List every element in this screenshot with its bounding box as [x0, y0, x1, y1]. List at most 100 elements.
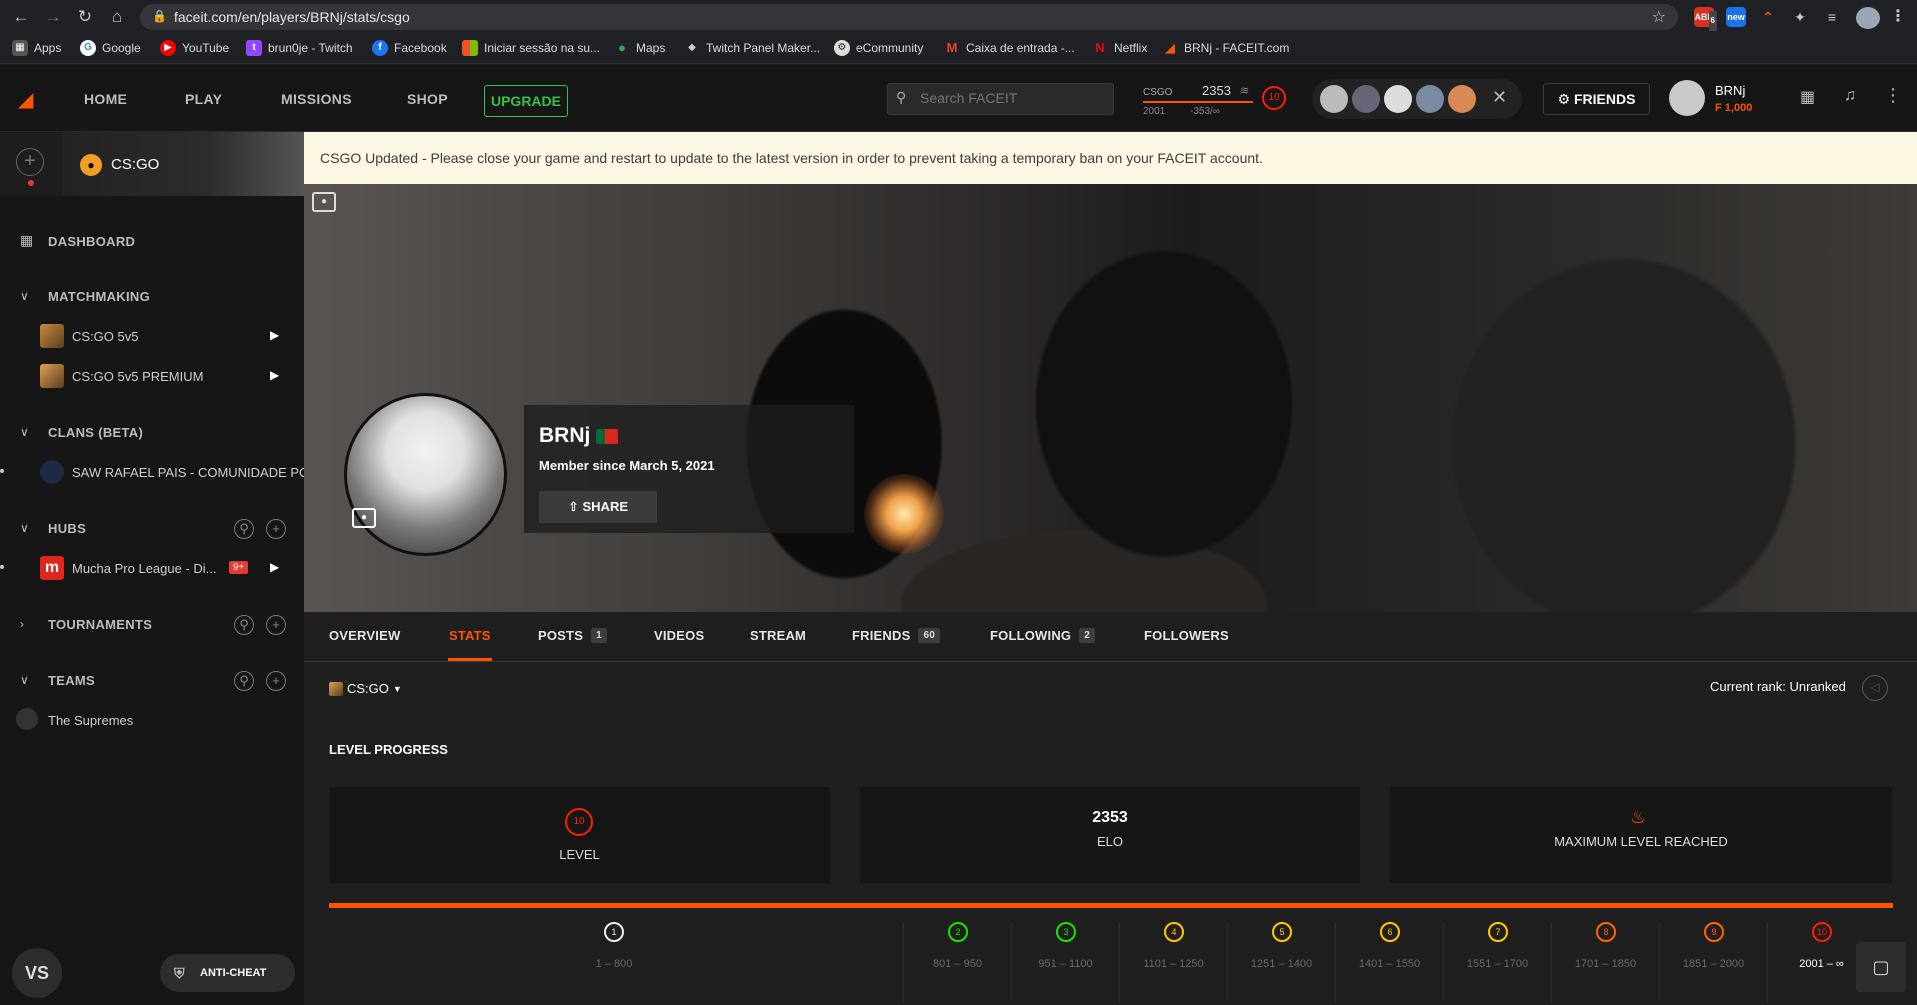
nav-shop[interactable]: SHOP	[407, 91, 448, 107]
change-banner-camera-icon[interactable]: ●	[312, 192, 336, 212]
home-icon[interactable]: ⌂	[106, 6, 128, 28]
bookmark-facebook[interactable]: f Facebook	[372, 40, 447, 56]
extension-news-icon[interactable]: new	[1726, 7, 1746, 27]
search-tournament-icon[interactable]: ⚲	[234, 615, 254, 635]
nav-missions[interactable]: MISSIONS	[281, 91, 352, 107]
chat-icon[interactable]: ▢	[1856, 942, 1906, 992]
chevron-down-icon[interactable]: ∨	[20, 425, 29, 439]
game-selector[interactable]: CS:GO ▼	[329, 681, 402, 696]
elo-value: 2353	[1202, 83, 1231, 98]
extension-adblock-icon[interactable]: ABP 6	[1694, 7, 1717, 31]
tab-overview[interactable]: OVERVIEW	[329, 628, 400, 643]
caret-down-icon: ▼	[392, 683, 402, 694]
game-header-csgo[interactable]: ● CS:GO	[62, 132, 304, 196]
csgo-icon: ●	[80, 154, 102, 176]
search-team-icon[interactable]: ⚲	[234, 671, 254, 691]
change-avatar-camera-icon[interactable]: ●	[352, 508, 376, 528]
sidebar-item-clan[interactable]: SAW RAFAEL PAIS - COMUNIDADE PORTUGUESA	[72, 465, 304, 480]
vs-button[interactable]: VS	[12, 948, 62, 998]
share-button[interactable]: ⇧ SHARE	[539, 491, 657, 523]
bookmark-maps[interactable]: ● Maps	[614, 40, 665, 56]
friends-button[interactable]: ⚙ FRIENDS	[1543, 83, 1650, 115]
profile-banner: ●	[304, 184, 1917, 612]
faceit-logo-icon[interactable]: ◢	[18, 87, 33, 112]
upgrade-button[interactable]: UPGRADE	[484, 85, 568, 117]
party-avatar[interactable]	[1320, 85, 1348, 113]
sidebar-dashboard[interactable]: DASHBOARD	[48, 234, 135, 249]
reload-icon[interactable]: ↻	[74, 6, 96, 28]
extensions-puzzle-icon[interactable]: ✦	[1790, 7, 1810, 27]
sidebar-item-csgo-5v5[interactable]: CS:GO 5v5	[72, 329, 138, 344]
tab-followers[interactable]: FOLLOWERS	[1144, 628, 1229, 643]
more-menu-icon[interactable]: ⋮	[1884, 85, 1902, 106]
sidebar-tournaments[interactable]: TOURNAMENTS	[48, 617, 152, 632]
browser-profile-avatar[interactable]	[1856, 7, 1880, 29]
chevron-right-icon[interactable]: ›	[20, 617, 24, 631]
sidebar-item-team[interactable]: The Supremes	[48, 713, 133, 728]
bookmark-star-icon[interactable]: ☆	[1652, 7, 1666, 27]
tab-following[interactable]: FOLLOWING 2	[990, 628, 1095, 643]
reading-list-icon[interactable]: ≡	[1822, 7, 1842, 27]
bookmark-twitch-panel[interactable]: ◆ Twitch Panel Maker...	[684, 40, 820, 56]
bookmark-faceit[interactable]: ◢ BRNj - FACEIT.com	[1162, 40, 1289, 56]
forward-icon[interactable]: →	[42, 6, 64, 28]
party-avatar[interactable]	[1448, 85, 1476, 113]
bookmark-youtube[interactable]: ▶ YouTube	[160, 40, 229, 56]
chevron-down-icon[interactable]: ∨	[20, 673, 29, 687]
browser-toolbar: ← → ↻ ⌂ 🔒 faceit.com/en/players/BRNj/sta…	[0, 0, 1917, 34]
search-hub-icon[interactable]: ⚲	[234, 519, 254, 539]
chevron-down-icon[interactable]: ∨	[20, 521, 29, 535]
sidebar-hubs[interactable]: HUBS	[48, 521, 86, 536]
game-name: CS:GO	[111, 156, 160, 173]
tab-stats[interactable]: STATS	[449, 628, 491, 643]
bell-icon[interactable]: ♫	[1844, 87, 1856, 105]
user-avatar[interactable]	[1669, 80, 1705, 116]
posts-count: 1	[591, 628, 607, 643]
add-team-icon[interactable]: +	[266, 671, 286, 691]
nav-home[interactable]: HOME	[84, 91, 127, 107]
tab-posts[interactable]: POSTS 1	[538, 628, 607, 643]
bookmark-apps[interactable]: ▦ Apps	[12, 40, 61, 56]
anticheat-button[interactable]: ⛨ ANTI-CHEAT	[160, 954, 295, 992]
add-tournament-icon[interactable]: +	[266, 615, 286, 635]
bookmark-microsoft[interactable]: Iniciar sessão na su...	[462, 40, 600, 56]
add-hub-icon[interactable]: +	[266, 519, 286, 539]
sidebar-matchmaking[interactable]: MATCHMAKING	[48, 289, 150, 304]
tab-stream[interactable]: STREAM	[750, 628, 806, 643]
user-name[interactable]: BRNj	[1715, 83, 1745, 98]
bookmark-twitch[interactable]: t brun0je - Twitch	[246, 40, 353, 56]
play-icon[interactable]: ▶	[270, 328, 279, 342]
tab-videos[interactable]: VIDEOS	[654, 628, 704, 643]
search-box[interactable]: ⚲	[887, 83, 1114, 115]
back-icon[interactable]: ←	[10, 6, 32, 28]
bookmark-netflix[interactable]: N Netflix	[1092, 40, 1147, 56]
play-icon[interactable]: ▶	[270, 560, 279, 574]
tab-friends[interactable]: FRIENDS 60	[852, 628, 940, 643]
profile-avatar	[344, 393, 507, 556]
search-input[interactable]	[920, 90, 1100, 106]
party-avatar[interactable]	[1352, 85, 1380, 113]
bookmark-gmail[interactable]: M Caixa de entrada -...	[944, 40, 1075, 56]
address-bar[interactable]: 🔒 faceit.com/en/players/BRNj/stats/csgo …	[140, 4, 1678, 30]
bookmark-google[interactable]: G Google	[80, 40, 141, 56]
add-game-icon[interactable]: +	[16, 148, 44, 176]
level-8-icon: 8	[1596, 922, 1616, 942]
sidebar-item-csgo-premium[interactable]: CS:GO 5v5 PREMIUM	[72, 369, 203, 384]
party-avatar[interactable]	[1384, 85, 1412, 113]
bookmark-ecommunity[interactable]: ⚙ eCommunity	[834, 40, 923, 56]
nav-play[interactable]: PLAY	[185, 91, 222, 107]
url-text[interactable]: faceit.com/en/players/BRNj/stats/csgo	[174, 9, 410, 25]
level-step-9: 9 1851 – 2000	[1659, 922, 1767, 1002]
party-avatar[interactable]	[1416, 85, 1444, 113]
close-party-icon[interactable]: ✕	[1492, 87, 1507, 108]
sidebar: + ● CS:GO ▦ DASHBOARD ∨ MATCHMAKING CS:G…	[0, 132, 304, 1005]
sidebar-item-hub[interactable]: Mucha Pro League - Di...	[72, 561, 217, 576]
sidebar-clans[interactable]: CLANS (BETA)	[48, 425, 143, 440]
chevron-down-icon[interactable]: ∨	[20, 289, 29, 303]
play-icon[interactable]: ▶	[270, 368, 279, 382]
calendar-icon[interactable]: ▦	[1800, 87, 1815, 107]
sidebar-teams[interactable]: TEAMS	[48, 673, 95, 688]
level-step-4: 4 1101 – 1250	[1119, 922, 1227, 1002]
extension-faceit-icon[interactable]: ⌃	[1758, 7, 1778, 27]
browser-menu-icon[interactable]: ⋮	[1888, 7, 1908, 27]
